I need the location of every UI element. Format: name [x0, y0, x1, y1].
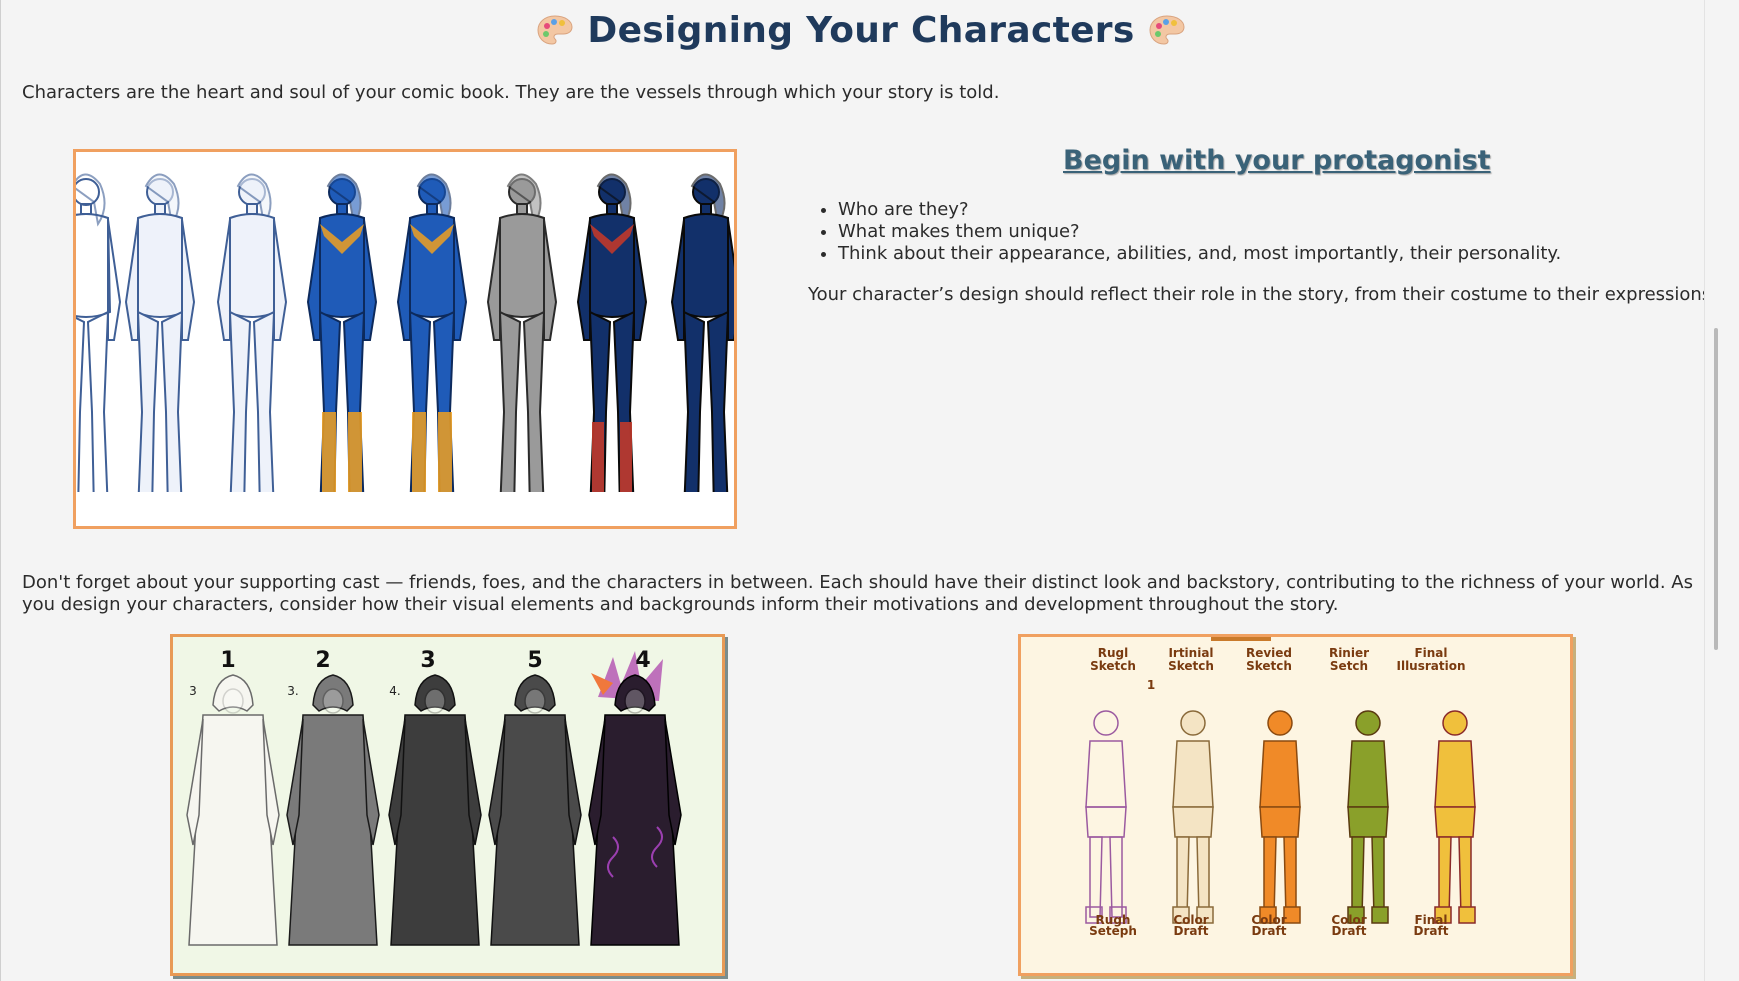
step-number: 5 — [527, 648, 542, 673]
protagonist-heading[interactable]: Begin with your protagonist — [1063, 145, 1491, 176]
step-sub-number: 4. — [389, 684, 400, 698]
stage-marker: 1 — [1147, 678, 1155, 692]
stage-label-bottom: Draft — [1414, 924, 1449, 938]
list-item: What makes them unique? — [838, 221, 1561, 243]
stage-label-bottom: Seteph — [1089, 924, 1137, 938]
page-title-text: Designing Your Characters — [587, 10, 1135, 51]
villain-design-progression-image: 1 2 3 5 4 3 3. 4. — [170, 634, 725, 976]
step-number: 4 — [635, 648, 650, 673]
scrollbar-thumb[interactable] — [1714, 328, 1718, 650]
stage-label-bottom: Draft — [1252, 924, 1287, 938]
stage-label-top: Rinier — [1329, 646, 1369, 660]
page: Designing Your Characters Characters are… — [0, 0, 1722, 981]
list-item: Who are they? — [838, 199, 1561, 221]
stage-label-bottom: Draft — [1332, 924, 1367, 938]
step-number: 3 — [420, 648, 435, 673]
window-edge — [0, 0, 1, 981]
list-item: Think about their appearance, abilities,… — [838, 243, 1561, 265]
step-sub-number: 3. — [287, 684, 298, 698]
stage-label-top: Rugl — [1098, 646, 1129, 660]
hero-design-progression-image — [73, 149, 737, 529]
artist-palette-icon — [537, 14, 573, 55]
step-number: 2 — [315, 648, 330, 673]
stage-label-top: Irtinial — [1168, 646, 1213, 660]
vertical-scrollbar[interactable] — [1704, 0, 1722, 981]
design-note: Your character’s design should reflect t… — [808, 284, 1717, 305]
page-title: Designing Your Characters — [0, 10, 1722, 55]
step-sub-number: 3 — [189, 684, 197, 698]
stage-label-top: Sketch — [1168, 659, 1214, 673]
intro-paragraph: Characters are the heart and soul of you… — [22, 82, 1000, 103]
protagonist-questions: Who are they? What makes them unique? Th… — [818, 199, 1561, 265]
stage-label-top: Illusration — [1396, 659, 1465, 673]
stage-label-top: Revied — [1246, 646, 1292, 660]
artist-palette-icon — [1149, 14, 1185, 55]
step-number: 1 — [220, 648, 235, 673]
supporting-cast-paragraph: Don't forget about your supporting cast … — [22, 572, 1693, 615]
stage-label-top: Setch — [1330, 659, 1368, 673]
stage-label-top: Final — [1414, 646, 1447, 660]
stage-label-bottom: Draft — [1174, 924, 1209, 938]
heroine-design-progression-image: Rugl Sketch Irtinial Sketch Revied Sketch Rini… — [1018, 634, 1573, 976]
stage-label-top: Sketch — [1246, 659, 1292, 673]
stage-label-top: Sketch — [1090, 659, 1136, 673]
